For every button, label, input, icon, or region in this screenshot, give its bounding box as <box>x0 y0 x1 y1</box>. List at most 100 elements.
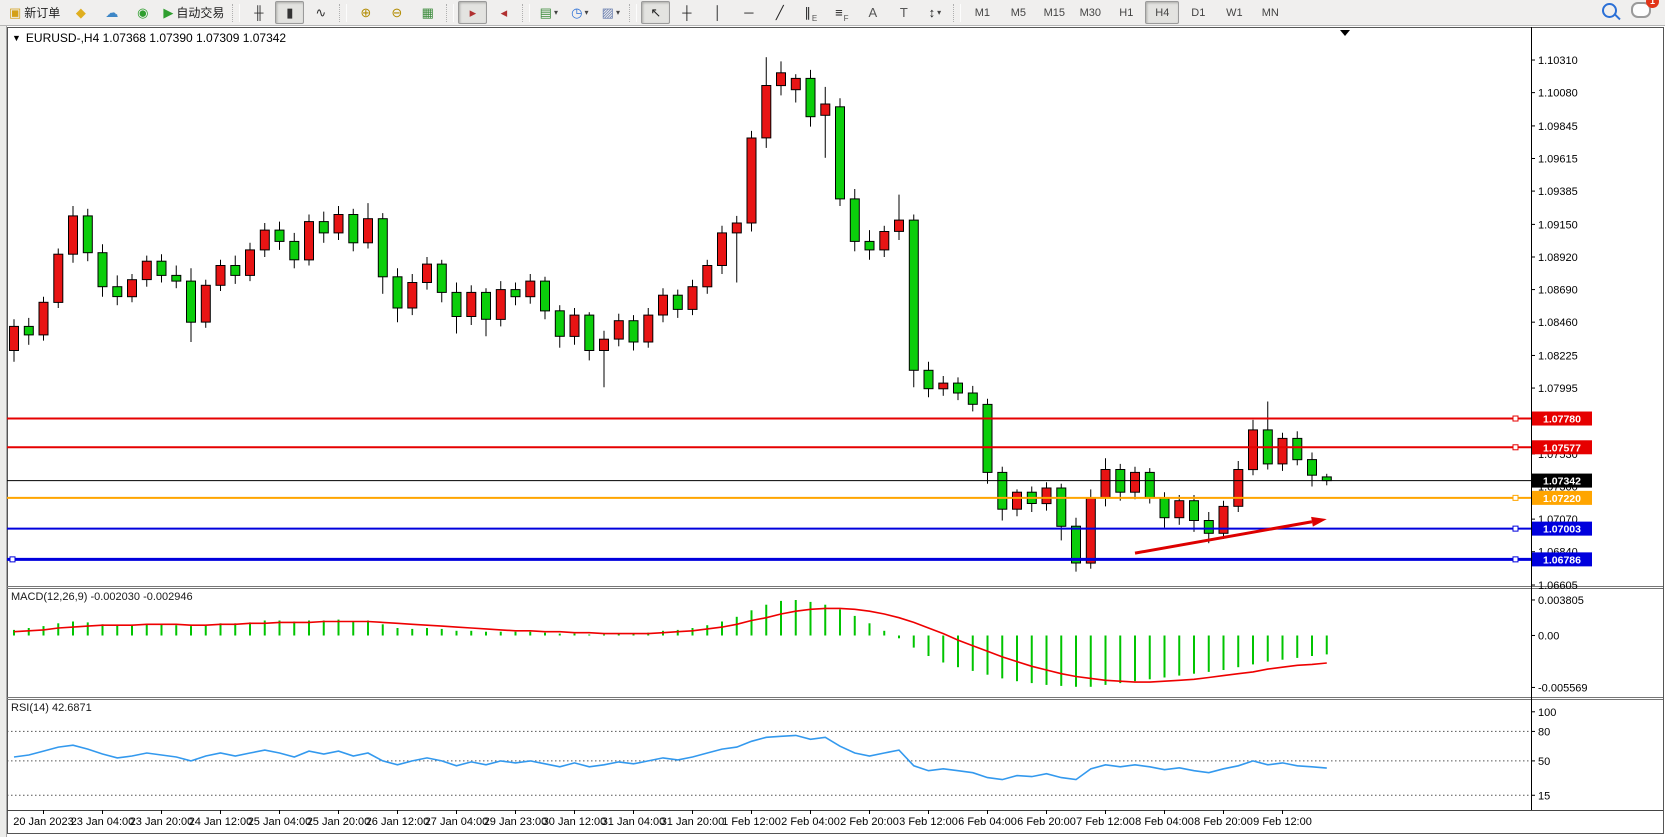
new-order-icon: ▣ <box>9 6 21 19</box>
mt4-window: ▣新订单◆☁◉▶自动交易╫▮∿⊕⊖▦▸◂▤▾◷▾▨▾↖┼│─╱∥E≡FAT↕▾M… <box>0 0 1665 837</box>
autotrading-button-label: 自动交易 <box>176 4 224 21</box>
zoom-out-button[interactable]: ⊖ <box>382 1 411 24</box>
axis-tick-label: 1.09150 <box>1538 219 1578 231</box>
community-button[interactable]: ☁ <box>97 1 126 24</box>
timeframe-h4-button[interactable]: H4 <box>1145 1 1179 24</box>
line-handle-icon[interactable] <box>10 557 15 562</box>
auto-scroll-icon: ▸ <box>470 6 477 19</box>
axis-tick-label: 1.10310 <box>1538 55 1578 67</box>
templates-button[interactable]: ▨▾ <box>596 1 625 24</box>
axis-tick-label: 1.09385 <box>1538 186 1578 198</box>
timeframe-m15-button[interactable]: M15 <box>1037 1 1071 24</box>
fibonacci-button[interactable]: ≡F <box>827 1 856 24</box>
chevron-down-icon[interactable]: ▾ <box>584 8 588 17</box>
axis-tick-label: 1.08225 <box>1538 350 1578 362</box>
text-button[interactable]: A <box>858 1 887 24</box>
time-label: 20 Jan 2023 <box>13 816 74 828</box>
axis-tick-label: 1.10080 <box>1538 88 1578 100</box>
chart-shift-icon: ◂ <box>501 6 508 19</box>
clock-icon: ◷ <box>571 6 582 19</box>
time-label: 6 Feb 20:00 <box>1017 816 1076 828</box>
time-label: 9 Feb 12:00 <box>1253 816 1312 828</box>
search-button[interactable] <box>1602 3 1617 23</box>
zoom-in-button[interactable]: ⊕ <box>351 1 380 24</box>
line-chart-button[interactable]: ∿ <box>306 1 335 24</box>
profiles-button[interactable]: ◷▾ <box>565 1 594 24</box>
horizontal-line-button[interactable]: ─ <box>734 1 763 24</box>
vertical-line-button[interactable]: │ <box>703 1 732 24</box>
timeframe-w1-button[interactable]: W1 <box>1217 1 1251 24</box>
notification-count-badge: 1 <box>1646 0 1659 8</box>
timeframe-m1-button[interactable]: M1 <box>965 1 999 24</box>
price-badge-label: 1.07780 <box>1543 414 1581 426</box>
timeframe-m30-button[interactable]: M30 <box>1073 1 1107 24</box>
cursor-icon: ↖ <box>650 6 661 19</box>
time-label: 2 Feb 20:00 <box>840 816 899 828</box>
time-label: 7 Feb 12:00 <box>1076 816 1135 828</box>
new-order-button-label: 新订单 <box>24 4 60 21</box>
chart-shift-button[interactable]: ◂ <box>489 1 518 24</box>
bar-chart-button[interactable]: ╫ <box>244 1 273 24</box>
price-badge-label: 1.06786 <box>1543 554 1581 566</box>
line-handle-icon[interactable] <box>1513 445 1518 450</box>
price-badge-label: 1.07003 <box>1543 524 1581 536</box>
line-chart-icon: ∿ <box>315 6 326 19</box>
toolbar-separator <box>629 4 637 22</box>
signals-button[interactable]: ◉ <box>128 1 157 24</box>
axis-tick-label: 1.06605 <box>1538 580 1578 592</box>
price-badge-label: 1.07220 <box>1543 493 1581 505</box>
time-label: 30 Jan 12:00 <box>543 816 607 828</box>
toolbar-separator <box>232 4 240 22</box>
axis-tick-label: 1.08460 <box>1538 317 1578 329</box>
timeframe-mn-button[interactable]: MN <box>1253 1 1287 24</box>
time-label: 31 Jan 20:00 <box>661 816 725 828</box>
axis-tick-label: 15 <box>1538 790 1550 802</box>
line-handle-icon[interactable] <box>1513 416 1518 421</box>
auto-scroll-button[interactable]: ▸ <box>458 1 487 24</box>
toolbar-separator <box>339 4 347 22</box>
axis-tick-label: 0.00 <box>1538 630 1559 642</box>
time-label: 27 Jan 04:00 <box>425 816 489 828</box>
time-label: 8 Feb 04:00 <box>1135 816 1194 828</box>
line-handle-icon[interactable] <box>1513 495 1518 500</box>
line-handle-icon[interactable] <box>1513 526 1518 531</box>
tile-windows-icon: ▦ <box>422 6 434 19</box>
candlestick-chart-button[interactable]: ▮ <box>275 1 304 24</box>
trendline-button[interactable]: ╱ <box>765 1 794 24</box>
toolbar-group: ▸◂ <box>457 1 519 24</box>
axis-tick-label: 50 <box>1538 756 1550 768</box>
axis-tick-label: 1.08690 <box>1538 285 1578 297</box>
arrows-button[interactable]: ↕▾ <box>920 1 949 24</box>
time-label: 8 Feb 20:00 <box>1194 816 1253 828</box>
gold-button[interactable]: ◆ <box>66 1 95 24</box>
gold-icon: ◆ <box>76 6 86 19</box>
line-handle-icon[interactable] <box>1513 557 1518 562</box>
toolbar: ▣新订单◆☁◉▶自动交易╫▮∿⊕⊖▦▸◂▤▾◷▾▨▾↖┼│─╱∥E≡FAT↕▾M… <box>0 0 1665 26</box>
signal-icon: ◉ <box>137 6 148 19</box>
time-label: 23 Jan 20:00 <box>130 816 194 828</box>
chevron-down-icon[interactable]: ▾ <box>937 8 941 17</box>
crosshair-button[interactable]: ┼ <box>672 1 701 24</box>
chart-canvas: 1.103101.100801.098451.096151.093851.091… <box>0 0 1665 837</box>
channel-icon: ∥ <box>804 6 811 19</box>
notifications-button[interactable]: 1 <box>1631 2 1651 23</box>
autotrading-button[interactable]: ▶自动交易 <box>159 1 228 24</box>
toolbar-separator <box>953 4 961 22</box>
cursor-button[interactable]: ↖ <box>641 1 670 24</box>
text-label-button[interactable]: T <box>889 1 918 24</box>
new-order-button[interactable]: ▣新订单 <box>5 1 64 24</box>
chevron-down-icon[interactable]: ▾ <box>554 8 558 17</box>
equidistant-channel-button[interactable]: ∥E <box>796 1 825 24</box>
chevron-down-icon[interactable]: ▾ <box>616 8 620 17</box>
axis-tick-label: 1.09845 <box>1538 121 1578 133</box>
candlestick-icon: ▮ <box>286 6 293 19</box>
new-chart-button[interactable]: ▤▾ <box>534 1 563 24</box>
icon-sub-letter: E <box>812 14 817 23</box>
timeframe-m5-button[interactable]: M5 <box>1001 1 1035 24</box>
timeframe-h1-button[interactable]: H1 <box>1109 1 1143 24</box>
axis-tick-label: 0.003805 <box>1538 595 1584 607</box>
timeframe-d1-button[interactable]: D1 <box>1181 1 1215 24</box>
time-label: 2 Feb 04:00 <box>781 816 840 828</box>
chart-menu-arrow-icon[interactable]: ▼ <box>12 33 21 43</box>
tile-windows-button[interactable]: ▦ <box>413 1 442 24</box>
